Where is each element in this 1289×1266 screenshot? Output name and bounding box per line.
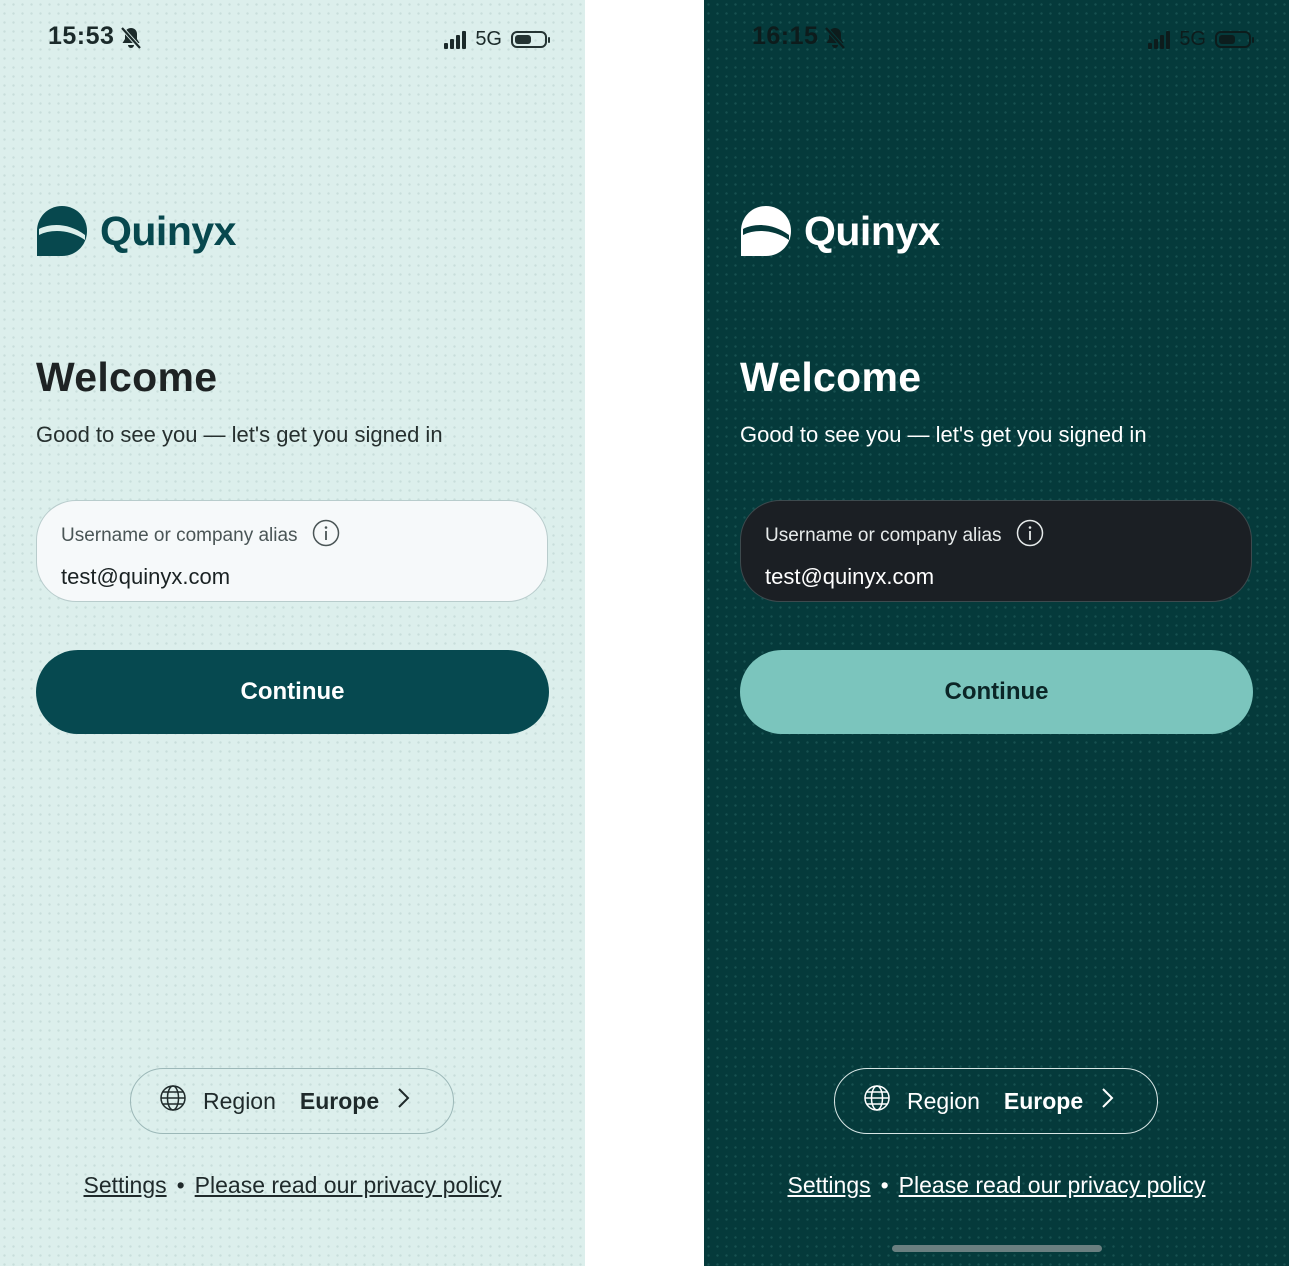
status-time: 16:15 (752, 22, 819, 50)
region-value: Europe (1003, 1087, 1084, 1114)
status-indicators: 5G (444, 28, 550, 51)
username-input[interactable] (765, 564, 1227, 590)
status-bar: 16:15 5G (752, 22, 1254, 58)
logo-wordmark: Quinyx (100, 207, 236, 254)
status-indicators: 5G (1148, 28, 1254, 51)
region-selector[interactable]: Region Europe (834, 1068, 1158, 1134)
settings-link[interactable]: Settings (84, 1172, 167, 1198)
light-mode-screen: 15:53 5G Quinyx Welcome Good to see you … (0, 0, 585, 1266)
globe-icon (863, 1084, 891, 1118)
quinyx-logo-icon (37, 206, 87, 256)
status-bar: 15:53 5G (48, 22, 550, 58)
cellular-signal-icon (1148, 30, 1171, 49)
continue-button[interactable]: Continue (36, 650, 549, 734)
status-time: 15:53 (48, 22, 115, 50)
footer-links: Settings • Please read our privacy policy (704, 1172, 1289, 1199)
region-value: Europe (299, 1087, 380, 1114)
username-input[interactable] (61, 564, 523, 590)
bell-slash-icon (824, 26, 846, 55)
network-type: 5G (1179, 28, 1206, 50)
chevron-right-icon (1099, 1086, 1115, 1116)
logo-wordmark: Quinyx (804, 207, 940, 254)
username-field[interactable]: Username or company alias (740, 500, 1252, 602)
region-label: Region (907, 1087, 980, 1114)
cellular-signal-icon (444, 30, 467, 49)
region-label: Region (203, 1087, 276, 1114)
welcome-title: Welcome (740, 354, 922, 400)
quinyx-logo-icon (741, 206, 791, 256)
welcome-title: Welcome (36, 354, 218, 400)
battery-icon (511, 31, 550, 48)
info-icon[interactable] (1016, 519, 1044, 552)
footer-links: Settings • Please read our privacy policy (0, 1172, 585, 1199)
network-type: 5G (475, 28, 502, 50)
privacy-policy-link[interactable]: Please read our privacy policy (195, 1172, 502, 1198)
info-icon[interactable] (312, 519, 340, 552)
footer-separator: • (176, 1172, 185, 1198)
bell-slash-icon (120, 26, 142, 55)
welcome-subtitle: Good to see you — let's get you signed i… (36, 422, 443, 447)
username-field-label: Username or company alias (765, 524, 1002, 546)
welcome-subtitle: Good to see you — let's get you signed i… (740, 422, 1147, 447)
region-selector[interactable]: Region Europe (130, 1068, 454, 1134)
home-indicator[interactable] (892, 1245, 1102, 1252)
footer-separator: • (880, 1172, 889, 1198)
username-field-label: Username or company alias (61, 524, 298, 546)
quinyx-logo: Quinyx (740, 205, 940, 257)
settings-link[interactable]: Settings (788, 1172, 871, 1198)
globe-icon (159, 1084, 187, 1118)
battery-icon (1215, 31, 1254, 48)
dark-mode-screen: 16:15 5G Quinyx Welcome Good to see you … (704, 0, 1289, 1266)
continue-button[interactable]: Continue (740, 650, 1253, 734)
quinyx-logo: Quinyx (36, 205, 236, 257)
chevron-right-icon (395, 1086, 411, 1116)
privacy-policy-link[interactable]: Please read our privacy policy (899, 1172, 1206, 1198)
username-field[interactable]: Username or company alias (36, 500, 548, 602)
